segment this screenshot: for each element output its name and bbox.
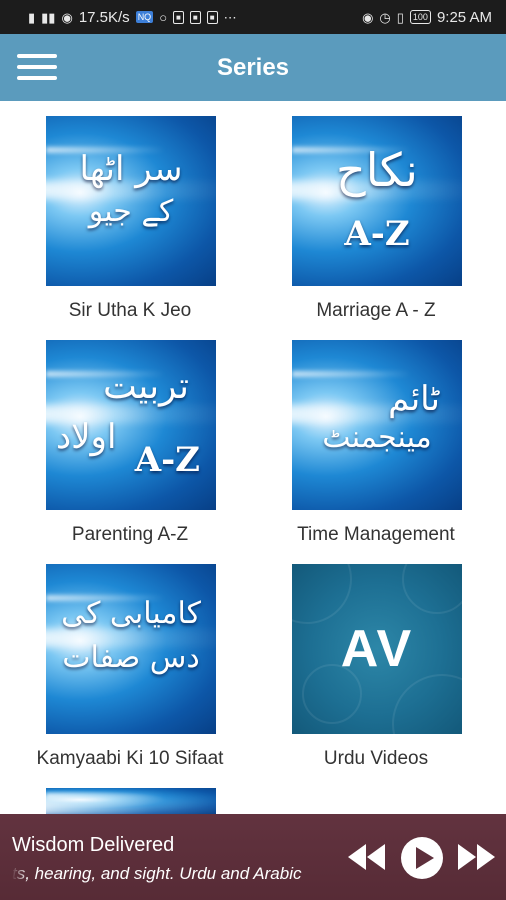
series-thumbnail: ٹائم مینجمنٹ [292,340,462,510]
series-thumbnail: کامیابی کی دس صفات [46,564,216,734]
urdu-title-line-1: کامیابی کی [61,596,201,631]
vibrate-icon: ▯ [396,9,404,25]
mini-player[interactable]: Wisdom Delivered ts, hearing, and sight.… [0,814,506,900]
urdu-title-line-1: نکاح [336,143,418,197]
gallery-icon: ■ [206,10,218,24]
eye-icon: ◉ [362,9,374,25]
battery-icon: 100 [409,10,431,24]
page-title: Series [216,53,290,81]
av-logo: AV [340,620,414,678]
urdu-title-line-2: مینجمنٹ [322,420,432,455]
series-item-time-management[interactable]: ٹائم مینجمنٹ Time Management [256,340,496,555]
urdu-title-line-2: دس صفات [62,640,200,675]
series-label: Marriage A - Z [316,300,436,321]
series-label: Parenting A-Z [71,524,189,545]
wifi-icon: ◉ [61,9,73,25]
status-left: ▮ ▮▮ ◉ 17.5K/s NQ ○ ■ ■ ■ ⋯ [28,9,237,26]
series-item-partial[interactable] [10,788,250,814]
app-notification-icon: ■ [173,10,184,24]
urdu-title-line-1: سر اٹھا [79,149,183,189]
series-thumbnail: سر اٹھا کے جیو [46,116,216,286]
pattern-swirl [292,564,352,624]
series-thumbnail: نکاح A-Z [292,116,462,286]
notification-icon: ■ [189,10,201,24]
series-grid[interactable]: سر اٹھا کے جیو Sir Utha K Jeo نکاح A-Z M… [0,101,506,814]
nq-badge: NQ [135,11,154,23]
series-item-kamyaabi-ki-10-sifaat[interactable]: کامیابی کی دس صفات Kamyaabi Ki 10 Sifaat [10,564,250,779]
status-time: 9:25 AM [436,8,492,26]
pattern-swirl [392,674,462,734]
play-icon[interactable] [400,836,444,880]
signal-icon-2: ▮▮ [41,9,56,25]
player-title: Wisdom Delivered [12,834,175,856]
hamburger-icon[interactable] [17,54,57,82]
series-thumbnail [46,788,216,814]
series-label: Kamyaabi Ki 10 Sifaat [36,748,224,769]
series-label: Time Management [297,524,455,545]
series-item-urdu-videos[interactable]: AV Urdu Videos [256,564,496,779]
urdu-title-line-1: ٹائم [388,379,440,419]
fast-forward-icon[interactable] [458,844,496,870]
signal-icon: ▮ [28,9,36,25]
series-item-sir-utha-k-jeo[interactable]: سر اٹھا کے جیو Sir Utha K Jeo [10,116,250,331]
player-subtitle: ts, hearing, and sight. Urdu and Arabic [12,864,302,883]
more-icon: ⋯ [223,9,237,25]
alarm-icon: ◷ [379,9,391,25]
app-bar: Series [0,34,506,101]
az-label: A-Z [344,214,410,254]
pattern-swirl [402,564,462,614]
urdu-title-line-1: تربیت [102,366,190,407]
status-right: ◉ ◷ ▯ 100 9:25 AM [362,9,492,26]
status-bar: ▮ ▮▮ ◉ 17.5K/s NQ ○ ■ ■ ■ ⋯ ◉ ◷ ▯ 100 9:… [0,0,506,34]
series-thumbnail: AV [292,564,462,734]
rewind-icon[interactable] [348,844,386,870]
series-label: Sir Utha K Jeo [68,300,192,321]
series-item-parenting-a-z[interactable]: تربیت اولاد A-Z Parenting A-Z [10,340,250,555]
series-thumbnail: تربیت اولاد A-Z [46,340,216,510]
az-label: A-Z [134,440,200,480]
network-speed: 17.5K/s [78,8,130,26]
series-label: Urdu Videos [323,748,429,769]
circle-icon: ○ [159,9,168,25]
series-item-marriage-a-z[interactable]: نکاح A-Z Marriage A - Z [256,116,496,331]
urdu-title-line-2: کے جیو [88,194,174,229]
